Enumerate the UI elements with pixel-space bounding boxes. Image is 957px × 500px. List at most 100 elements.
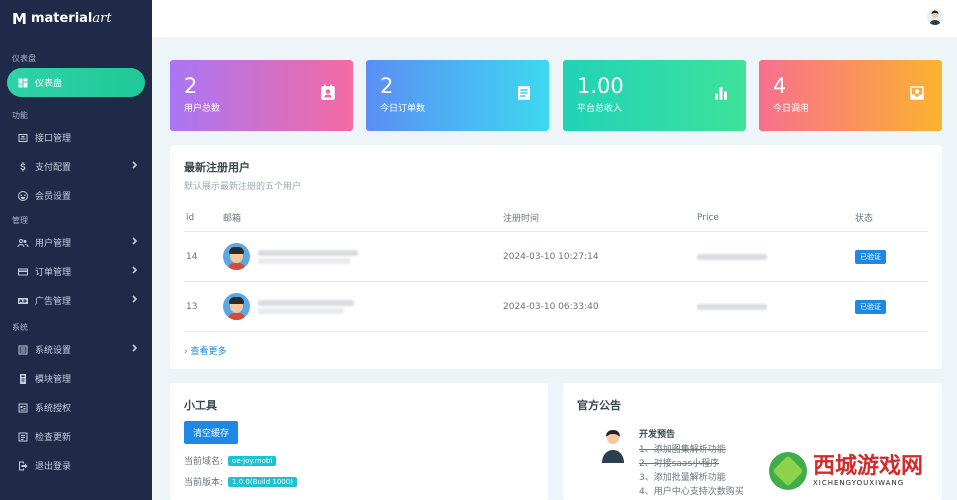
- users-table: id 邮箱 注册时间 Price 状态 14 2024-03-10 10:27:…: [184, 204, 928, 332]
- email-redacted: [258, 248, 358, 266]
- col-id: id: [184, 204, 221, 232]
- update-icon: [16, 430, 30, 444]
- logout-icon: [16, 459, 30, 473]
- user-avatar: [223, 293, 250, 320]
- sidebar-item-modules[interactable]: 模块管理: [0, 364, 152, 393]
- stat-card-orders: 2 今日订单数: [366, 60, 549, 131]
- sidebar-item-member[interactable]: 会员设置: [0, 181, 152, 210]
- status-badge: 已验证: [855, 249, 886, 264]
- cell-id: 13: [184, 281, 221, 332]
- sidebar-item-label: 会员设置: [35, 192, 72, 202]
- stat-value: 2: [184, 74, 198, 98]
- tools-panel: 小工具 清空缓存 当前域名: oe-joy.mobi 当前版本: 1.0.0(B…: [170, 383, 548, 500]
- panel-title: 最新注册用户: [184, 161, 250, 174]
- module-icon: [16, 372, 30, 386]
- doc-icon: [515, 84, 533, 102]
- section-title: 管理: [12, 216, 28, 225]
- domain-row: 当前域名: oe-joy.mobi: [184, 454, 534, 467]
- sidebar-item-label: 退出登录: [35, 462, 72, 472]
- smile-icon: [16, 189, 30, 203]
- cell-email: [221, 281, 501, 332]
- sidebar-item-license[interactable]: 系统授权: [0, 393, 152, 422]
- sidebar-item-label: 模块管理: [35, 375, 72, 385]
- topbar: [152, 0, 957, 37]
- cell-price: [695, 231, 853, 282]
- brand-icon: [769, 452, 807, 490]
- cell-price: [695, 281, 853, 332]
- sidebar-item-dashboard[interactable]: 仪表盘: [7, 68, 145, 97]
- col-price: Price: [695, 204, 853, 232]
- ad-icon: [16, 294, 30, 308]
- latest-users-panel: 最新注册用户 默认展示最新注册的五个用户 id 邮箱 注册时间 Price 状态…: [170, 145, 942, 369]
- sidebar-item-ads[interactable]: 广告管理: [0, 286, 152, 315]
- col-status: 状态: [853, 204, 928, 232]
- contact-icon: [319, 84, 337, 102]
- stat-card-users: 2 用户总数: [170, 60, 353, 131]
- announcement-heading: 开发预告: [639, 430, 676, 440]
- dashboard-icon: [16, 76, 30, 90]
- sidebar-item-api[interactable]: 接口管理: [0, 123, 152, 152]
- card-icon: [16, 265, 30, 279]
- list-item: 3、添加批量解析功能: [639, 473, 726, 483]
- panel-title: 官方公告: [577, 399, 621, 412]
- inbox-icon: [908, 84, 926, 102]
- cell-status: 已验证: [853, 231, 928, 282]
- domain-label: 当前域名:: [184, 457, 224, 467]
- sidebar-item-label: 广告管理: [35, 297, 72, 307]
- email-redacted: [258, 298, 354, 316]
- table-row[interactable]: 13 2024-03-10 06:33:40 已验证: [184, 281, 928, 332]
- brand-sub: XICHENGYOUXIWANG: [813, 479, 905, 487]
- users-icon: [16, 236, 30, 250]
- section-title: 系统: [12, 323, 28, 332]
- panel-title: 小工具: [184, 399, 217, 412]
- logo[interactable]: M material art: [0, 0, 152, 37]
- stat-card-income: 1.00 平台总收入: [563, 60, 746, 131]
- logo-mark: M: [12, 9, 27, 28]
- stat-value: 2: [380, 74, 394, 98]
- chevron-right-icon: [131, 266, 139, 274]
- sidebar-item-settings[interactable]: 系统设置: [0, 335, 152, 364]
- status-badge: 已验证: [855, 299, 886, 314]
- stat-label: 今日订单数: [380, 104, 426, 114]
- user-avatar: [223, 243, 250, 270]
- sidebar-item-label: 订单管理: [35, 268, 72, 278]
- clear-cache-button[interactable]: 清空缓存: [184, 421, 239, 444]
- version-label: 当前版本:: [184, 478, 224, 488]
- chevron-right-icon: [131, 237, 139, 245]
- chevron-right-icon: [131, 161, 139, 169]
- avatar-icon: [929, 10, 941, 25]
- stat-value: 4: [773, 74, 787, 98]
- sidebar-item-payment[interactable]: 支付配置: [0, 152, 152, 181]
- site-brand-logo: 西城游戏网 XICHENGYOUXIWANG: [769, 448, 947, 494]
- sidebar-item-label: 系统设置: [35, 346, 72, 356]
- sidebar-item-label: 用户管理: [35, 239, 72, 249]
- sidebar-item-label: 支付配置: [35, 163, 72, 173]
- section-title: 功能: [12, 111, 28, 120]
- sidebar: M material art 仪表盘 仪表盘 功能 接口管理 支付配置 会员设置 …: [0, 0, 152, 500]
- sidebar-item-logout[interactable]: 退出登录: [0, 451, 152, 480]
- developer-avatar-icon: [602, 430, 624, 463]
- table-row[interactable]: 14 2024-03-10 10:27:14 已验证: [184, 231, 928, 282]
- sidebar-item-update[interactable]: 检查更新: [0, 422, 152, 451]
- chevron-right-icon: [131, 295, 139, 303]
- sidebar-item-orders[interactable]: 订单管理: [0, 257, 152, 286]
- cell-email: [221, 231, 501, 282]
- announcement-list: 开发预告 1、添加图集解析功能 2、对接saas小程序 3、添加批量解析功能 4…: [639, 427, 744, 500]
- col-time: 注册时间: [501, 204, 695, 232]
- sidebar-item-users[interactable]: 用户管理: [0, 228, 152, 257]
- user-avatar[interactable]: [927, 9, 943, 25]
- version-value: 1.0.0(Build 1000): [228, 476, 297, 487]
- chevron-right-icon: [131, 344, 139, 352]
- panel-subtitle: 默认展示最新注册的五个用户: [184, 182, 302, 192]
- version-row: 当前版本: 1.0.0(Build 1000): [184, 475, 534, 488]
- cell-time: 2024-03-10 06:33:40: [501, 281, 695, 332]
- license-icon: [16, 401, 30, 415]
- cell-status: 已验证: [853, 281, 928, 332]
- dollar-icon: [16, 160, 30, 174]
- cell-time: 2024-03-10 10:27:14: [501, 231, 695, 282]
- list-icon: [16, 343, 30, 357]
- domain-value: oe-joy.mobi: [228, 455, 277, 466]
- list-item: 4、用户中心支持次数购买: [639, 487, 744, 497]
- view-more-link[interactable]: › 查看更多: [184, 344, 226, 357]
- logo-suffix: art: [92, 11, 112, 26]
